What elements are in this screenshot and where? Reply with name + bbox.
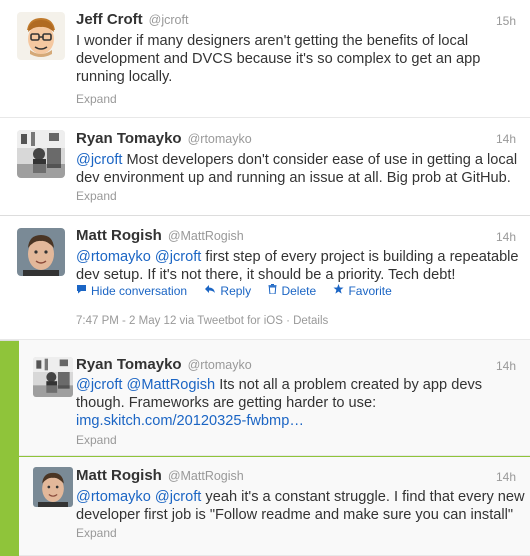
tweet-text-segment: yeah it's a constant struggle. I find th… xyxy=(201,489,525,505)
tweet-text: @rtomayko @jcroft yeah it's a constant s… xyxy=(76,488,525,524)
tweet-actions: Hide conversation Reply Delete Favorite xyxy=(76,283,406,298)
tweet-text-line: img.skitch.com/20120325-fwbmp… xyxy=(76,412,482,430)
mention-link[interactable]: @jcroft xyxy=(76,152,122,168)
hide-conversation-label[interactable]: Hide conversation xyxy=(91,284,187,298)
expand-link[interactable]: Expand xyxy=(76,189,117,203)
avatar-ryan-tomayko[interactable] xyxy=(17,130,65,178)
expand-link[interactable]: Expand xyxy=(76,526,117,540)
tweet-time[interactable]: 14h xyxy=(496,132,516,146)
reply-arrow-icon xyxy=(204,284,216,297)
author-name-text[interactable]: Ryan Tomayko xyxy=(76,130,182,147)
tweet-text-segment: I wonder if many designers aren't gettin… xyxy=(76,33,469,49)
author-handle[interactable]: @rtomayko xyxy=(188,132,252,146)
tweet-text-line: developer first job is "Follow readme an… xyxy=(76,506,525,524)
hide-conversation-button[interactable]: Hide conversation xyxy=(76,284,187,298)
tweet-jeff-croft[interactable]: Jeff Croft @jcroft 15h I wonder if many d… xyxy=(0,0,530,118)
tweet-time[interactable]: 15h xyxy=(496,14,516,28)
tweet-meta[interactable]: 7:47 PM - 2 May 12 via Tweetbot for iOS … xyxy=(76,315,328,327)
author-name-text[interactable]: Ryan Tomayko xyxy=(76,356,182,373)
tweet-text: @jcroft @MattRogish Its not all a proble… xyxy=(76,376,482,430)
author-name-text[interactable]: Matt Rogish xyxy=(76,227,162,244)
tweet-text-segment: though. Frameworks are getting harder to… xyxy=(76,395,377,411)
mention-link[interactable]: @jcroft xyxy=(155,249,201,265)
author-handle[interactable]: @rtomayko xyxy=(188,358,252,372)
author-name[interactable]: Jeff Croft @jcroft xyxy=(76,11,188,28)
star-icon xyxy=(333,284,344,297)
tweet-time[interactable]: 14h xyxy=(496,470,516,484)
tweet-text-segment: developer first job is "Follow readme an… xyxy=(76,507,514,523)
url-link[interactable]: img.skitch.com/20120325-fwbmp… xyxy=(76,413,304,429)
tweet-text-line: running locally. xyxy=(76,68,480,86)
author-name[interactable]: Matt Rogish @MattRogish xyxy=(76,467,244,484)
tweet-text-line: dev setup. If it's not there, it should … xyxy=(76,266,519,284)
tweet-time[interactable]: 14h xyxy=(496,230,516,244)
author-name[interactable]: Ryan Tomayko @rtomayko xyxy=(76,356,252,373)
favorite-label[interactable]: Favorite xyxy=(348,284,391,298)
tweet-text-line: I wonder if many designers aren't gettin… xyxy=(76,32,480,50)
mention-link[interactable]: @jcroft xyxy=(76,377,122,393)
tweet-text-line: @rtomayko @jcroft yeah it's a constant s… xyxy=(76,488,525,506)
tweet-text-line: development and DVCS because it's so com… xyxy=(76,50,480,68)
tweet-matt-rogish-reply[interactable]: Matt Rogish @MattRogish 14h @rtomayko @jc… xyxy=(19,457,530,556)
tweet-text: I wonder if many designers aren't gettin… xyxy=(76,32,480,86)
avatar-jeff-croft[interactable] xyxy=(17,12,65,60)
tweet-text-segment: running locally. xyxy=(76,69,173,85)
tweet-ryan-tomayko[interactable]: Ryan Tomayko @rtomayko 14h @jcroft Most d… xyxy=(0,118,530,216)
delete-button[interactable]: Delete xyxy=(268,284,316,298)
tweet-time[interactable]: 14h xyxy=(496,359,516,373)
tweet-text-line: @jcroft @MattRogish Its not all a proble… xyxy=(76,376,482,394)
tweet-text-line: @jcroft Most developers don't consider e… xyxy=(76,151,517,169)
author-handle[interactable]: @MattRogish xyxy=(168,229,244,243)
favorite-button[interactable]: Favorite xyxy=(333,284,392,298)
author-handle[interactable]: @MattRogish xyxy=(168,469,244,483)
mention-link[interactable]: @rtomayko xyxy=(76,249,151,265)
author-name-text[interactable]: Jeff Croft xyxy=(76,11,143,28)
tweet-ryan-tomayko-reply[interactable]: Ryan Tomayko @rtomayko 14h @jcroft @MattR… xyxy=(19,340,530,456)
author-name[interactable]: Matt Rogish @MattRogish xyxy=(76,227,244,244)
reply-label[interactable]: Reply xyxy=(220,284,251,298)
avatar-ryan-tomayko[interactable] xyxy=(33,357,73,397)
tweet-text-segment: Its not all a problem created by app dev… xyxy=(215,377,483,393)
reply-button[interactable]: Reply xyxy=(204,284,251,298)
tweet-text-segment: Most developers don't consider ease of u… xyxy=(122,152,518,168)
mention-link[interactable]: @jcroft xyxy=(155,489,201,505)
tweet-matt-rogish-expanded[interactable]: Matt Rogish @MattRogish 14h @rtomayko @jc… xyxy=(0,216,530,340)
avatar-matt-rogish[interactable] xyxy=(33,467,73,507)
tweet-text-line: dev environment up and running an issue … xyxy=(76,169,517,187)
tweet-text: @rtomayko @jcroft first step of every pr… xyxy=(76,248,519,284)
expand-link[interactable]: Expand xyxy=(76,92,117,106)
delete-label[interactable]: Delete xyxy=(281,284,316,298)
speech-bubble-icon xyxy=(76,284,87,297)
avatar-matt-rogish[interactable] xyxy=(17,228,65,276)
mention-link[interactable]: @rtomayko xyxy=(76,489,151,505)
tweet-text: @jcroft Most developers don't consider e… xyxy=(76,151,517,187)
author-name-text[interactable]: Matt Rogish xyxy=(76,467,162,484)
author-handle[interactable]: @jcroft xyxy=(149,13,189,27)
tweet-text-segment: dev setup. If it's not there, it should … xyxy=(76,267,456,283)
expand-link[interactable]: Expand xyxy=(76,433,117,447)
mention-link[interactable]: @MattRogish xyxy=(127,377,216,393)
trash-icon xyxy=(268,284,277,297)
tweet-text-line: though. Frameworks are getting harder to… xyxy=(76,394,482,412)
author-name[interactable]: Ryan Tomayko @rtomayko xyxy=(76,130,252,147)
tweet-text-segment: first step of every project is building … xyxy=(201,249,519,265)
tweet-text-line: @rtomayko @jcroft first step of every pr… xyxy=(76,248,519,266)
tweet-text-segment: dev environment up and running an issue … xyxy=(76,170,511,186)
tweet-text-segment: development and DVCS because it's so com… xyxy=(76,51,481,67)
